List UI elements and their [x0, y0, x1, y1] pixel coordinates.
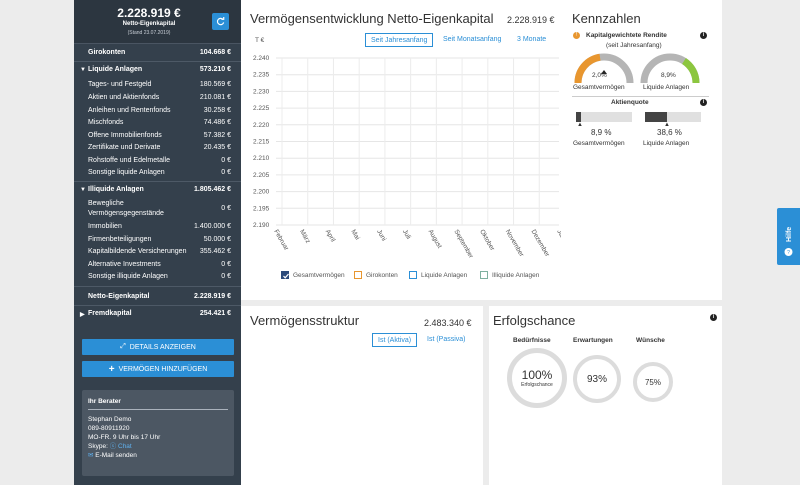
legend-illiquide-anlagen[interactable]: Illiquide Anlagen	[480, 271, 539, 279]
refresh-icon	[216, 17, 225, 26]
svg-text:?: ?	[787, 250, 790, 256]
x-tick-label: Januar	[555, 229, 561, 250]
help-tab[interactable]: ? Hilfe	[777, 208, 800, 265]
y-tick-label: 2.200	[253, 189, 270, 196]
info-icon[interactable]: i	[710, 314, 717, 321]
info-icon[interactable]: i	[700, 32, 707, 39]
tab-seit-jahresanfang[interactable]: Seit Jahresanfang	[365, 33, 434, 47]
advisor-name: Stephan Demo	[88, 416, 132, 423]
warning-icon: !	[573, 32, 580, 39]
x-tick-label: März	[298, 229, 311, 245]
chart-title: Vermögensentwicklung Netto-Eigenkapital	[250, 11, 494, 26]
caret-right-icon: ▶	[80, 312, 85, 318]
x-tick-label: Oktober	[478, 229, 496, 253]
date-label: (Stand 23.07.2019)	[127, 30, 171, 36]
x-tick-label: September	[452, 229, 474, 261]
rendite-gauges	[574, 53, 700, 84]
legend-girokonten[interactable]: Girokonten	[354, 271, 398, 279]
y-tick-label: 2.235	[253, 72, 270, 79]
gauge-gesamt-value: 2,0%	[592, 72, 607, 79]
gauge-liquide-label: Liquide Anlagen	[643, 84, 690, 91]
total-value: 2.228.919 €	[117, 6, 181, 20]
legend-gesamtvermoegen[interactable]: Gesamtvermögen	[281, 271, 345, 279]
quote-liquide-value: 38,6 %	[657, 128, 682, 137]
chart-title-value: 2.228.919 €	[507, 15, 555, 25]
checkbox-icon	[409, 271, 417, 279]
info-icon[interactable]: i	[700, 99, 707, 106]
tab-ist-aktiva[interactable]: Ist (Aktiva)	[372, 333, 418, 347]
rendite-title: Kapitalgewichtete Rendite	[586, 32, 667, 39]
quote-bar-gesamt	[576, 112, 632, 122]
quote-gesamt-value: 8,9 %	[591, 128, 612, 137]
caret-down-icon: ▼	[80, 67, 86, 73]
sidebar: 2.228.919 € Netto-Eigenkapital (Stand 23…	[74, 0, 241, 485]
y-tick-label: 2.240	[253, 55, 270, 62]
struktur-value: 2.483.340 €	[424, 318, 472, 328]
total-label: Netto-Eigenkapital	[122, 21, 176, 27]
col-wuensche: Wünsche	[636, 337, 665, 344]
help-label: Hilfe	[786, 227, 793, 242]
erfolg-circle-beduerfnisse: 100% Erfolgschance	[507, 348, 567, 408]
y-tick-label: 2.220	[253, 122, 270, 129]
x-tick-label: Mai	[349, 229, 360, 242]
legend-liquide-anlagen[interactable]: Liquide Anlagen	[409, 271, 467, 279]
x-tick-label: Juni	[375, 229, 387, 243]
refresh-button[interactable]	[212, 13, 229, 30]
advisor-box: Ihr Berater Stephan Demo 089-80911920 MO…	[82, 390, 234, 476]
checkbox-icon	[281, 271, 289, 279]
y-tick-label: 2.215	[253, 139, 270, 146]
y-tick-label: 2.230	[253, 88, 270, 95]
checkbox-icon	[354, 271, 362, 279]
struktur-title: Vermögensstruktur	[250, 313, 360, 328]
quote-liquide-label: Liquide Anlagen	[643, 140, 690, 147]
marker-icon: ▲	[577, 122, 583, 128]
y-tick-label: 2.190	[253, 222, 270, 229]
y-tick-label: 2.195	[253, 205, 270, 212]
x-tick-label: Dezember	[530, 229, 551, 259]
quote-bar-liquide	[645, 112, 701, 122]
line-chart: 2.240 2.235 2.230 2.225 2.220 2.215 2.210 2.205…	[253, 55, 561, 261]
expand-icon: ⤢	[120, 343, 126, 350]
col-erwartungen: Erwartungen	[573, 337, 613, 344]
details-button[interactable]: ⤢ DETAILS ANZEIGEN	[82, 339, 234, 355]
y-tick-label: 2.225	[253, 105, 270, 112]
advisor-phone: 089-80911920	[88, 425, 130, 432]
email-link[interactable]: ✉ E-Mail senden	[88, 451, 228, 460]
col-beduerfnisse: Bedürfnisse	[513, 337, 551, 344]
y-tick-label: 2.205	[253, 172, 270, 179]
chart-ylabel: T €	[255, 37, 265, 44]
erfolg-title: Erfolgschance	[493, 313, 576, 328]
advisor-hours: MO-FR. 9 Uhr bis 17 Uhr	[88, 434, 161, 441]
tab-seit-monatsanfang[interactable]: Seit Monatsanfang	[438, 33, 506, 47]
tab-ist-passiva[interactable]: Ist (Passiva)	[422, 333, 471, 347]
add-asset-button[interactable]: + VERMÖGEN HINZUFÜGEN	[82, 361, 234, 377]
x-tick-label: April	[324, 229, 337, 244]
gauge-gesamt-label: Gesamtvermögen	[573, 84, 625, 91]
caret-down-icon: ▼	[80, 187, 86, 193]
sidebar-header: 2.228.919 € Netto-Eigenkapital (Stand 23…	[74, 0, 241, 44]
erfolg-circle-wuensche: 75%	[633, 362, 673, 402]
checkbox-icon	[480, 271, 488, 279]
rendite-subtitle: (seit Jahresanfang)	[606, 42, 662, 49]
mail-icon: ✉	[88, 452, 94, 459]
tab-3-monate[interactable]: 3 Monate	[512, 33, 551, 47]
skype-chat-link[interactable]: ⓢ Chat	[110, 443, 132, 450]
aktienquote-title: Aktienquote	[611, 99, 649, 106]
advisor-title: Ihr Berater	[88, 398, 228, 410]
plus-icon: +	[108, 363, 115, 375]
erfolg-circle-erwartungen: 93%	[573, 355, 621, 403]
x-tick-label: August	[427, 229, 443, 250]
x-tick-label: Juli	[401, 229, 412, 241]
y-tick-label: 2.210	[253, 155, 270, 162]
x-tick-label: Februar	[272, 229, 290, 253]
quote-gesamt-label: Gesamtvermögen	[573, 140, 625, 147]
advisor-skype: Skype: ⓢ Chat	[88, 443, 132, 450]
gauge-liquide-value: 8,9%	[661, 72, 676, 79]
x-tick-label: November	[504, 229, 525, 259]
kennzahlen-title: Kennzahlen	[572, 11, 641, 26]
